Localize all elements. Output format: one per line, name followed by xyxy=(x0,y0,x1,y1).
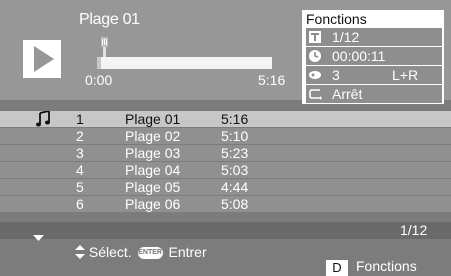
track-row[interactable]: 4 Plage 04 5:03 xyxy=(0,162,451,178)
track-row[interactable]: 2 Plage 02 5:10 xyxy=(0,128,451,144)
clock-icon xyxy=(308,49,322,63)
track-name: Plage 01 xyxy=(125,111,181,127)
page-indicator: 1/12 xyxy=(400,222,428,238)
up-down-arrows-icon xyxy=(75,244,85,262)
progress-fill xyxy=(97,57,101,69)
list-footer: 1/12 xyxy=(0,222,451,241)
function-repeat[interactable]: Arrêt xyxy=(306,85,442,103)
elapsed-value: 00:00:11 xyxy=(332,48,386,64)
audio-mode-value: L+R xyxy=(392,67,419,83)
track-list: 1 Plage 01 5:16 2 Plage 02 5:10 3 Plage 03 5:23 4… xyxy=(0,109,451,213)
track-duration: 5:16 xyxy=(221,111,249,127)
time-current: 0:00 xyxy=(85,72,113,88)
time-total: 5:16 xyxy=(258,72,286,88)
functions-panel: Fonctions 1/12 00:00:11 3 L+R Arrêt xyxy=(302,10,444,104)
repeat-value: Arrêt xyxy=(332,86,363,102)
function-audio[interactable]: 3 L+R xyxy=(306,66,442,84)
play-icon[interactable] xyxy=(23,40,61,78)
track-number: 4 xyxy=(76,162,84,178)
track-duration: 5:08 xyxy=(221,196,249,212)
track-name: Plage 02 xyxy=(125,128,181,144)
functions-title: Fonctions xyxy=(306,11,367,27)
enter-hint-label: Entrer xyxy=(168,244,207,260)
track-row[interactable]: 6 Plage 06 5:08 xyxy=(0,196,451,212)
track-duration: 5:23 xyxy=(221,145,249,161)
track-icon xyxy=(308,30,322,44)
track-name: Plage 04 xyxy=(125,162,181,178)
track-title: Plage 01 xyxy=(79,11,140,28)
navigation-hint: Sélect. ENTER Entrer xyxy=(75,244,207,262)
repeat-icon xyxy=(308,87,322,101)
track-name: Plage 03 xyxy=(125,145,181,161)
track-number: 6 xyxy=(76,196,84,212)
track-number: 2 xyxy=(76,128,84,144)
track-name: Plage 06 xyxy=(125,196,181,212)
track-number: 5 xyxy=(76,179,84,195)
scroll-down-icon[interactable] xyxy=(33,228,44,246)
track-duration: 4:44 xyxy=(221,179,249,195)
track-duration: 5:10 xyxy=(221,128,249,144)
position-marker-icon xyxy=(100,36,109,58)
select-hint-label: Sélect. xyxy=(88,244,132,260)
audio-channel-value: 3 xyxy=(332,67,340,83)
function-track[interactable]: 1/12 xyxy=(306,28,442,46)
functions-hint-label: Fonctions xyxy=(356,258,417,274)
music-note-icon xyxy=(36,109,50,127)
track-row[interactable]: 5 Plage 05 4:44 xyxy=(0,179,451,195)
progress-bar xyxy=(97,57,272,69)
enter-key-badge: ENTER xyxy=(137,247,163,260)
audio-icon xyxy=(308,68,322,82)
track-value: 1/12 xyxy=(332,29,360,45)
track-number: 1 xyxy=(76,111,84,127)
track-number: 3 xyxy=(76,145,84,161)
track-duration: 5:03 xyxy=(221,162,249,178)
track-row[interactable]: 1 Plage 01 5:16 xyxy=(0,109,451,127)
track-row[interactable]: 3 Plage 03 5:23 xyxy=(0,145,451,161)
function-time[interactable]: 00:00:11 xyxy=(306,47,442,65)
track-name: Plage 05 xyxy=(125,179,181,195)
